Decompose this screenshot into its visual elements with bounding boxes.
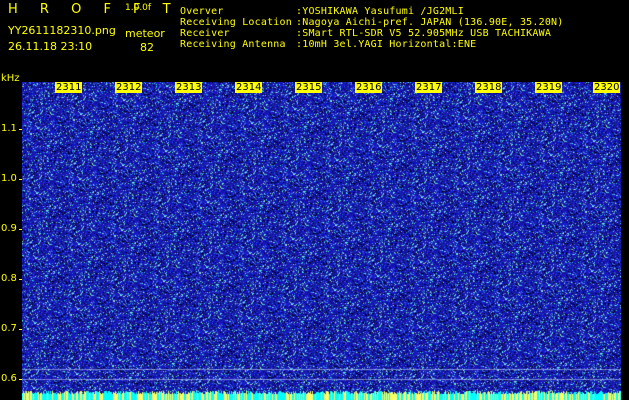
receiver-value: :SMart RTL-SDR V5 52.905MHz USB TACHIKAW… xyxy=(296,28,552,39)
meteor-label: meteor xyxy=(125,27,165,40)
y-tick-mark xyxy=(19,179,22,180)
x-tick-label: 2312 xyxy=(115,82,143,93)
y-tick-mark xyxy=(19,329,22,330)
y-tick-mark xyxy=(19,379,22,380)
app-logo: H R O F F T xyxy=(8,2,180,17)
y-axis-unit: kHz xyxy=(1,73,20,84)
x-tick-label: 2313 xyxy=(175,82,203,93)
x-tick-label: 2315 xyxy=(295,82,323,93)
location-value: :Nagoya Aichi-pref. JAPAN (136.90E, 35.2… xyxy=(296,17,564,28)
y-tick-label: 0.6 xyxy=(1,373,17,384)
x-tick-label: 2318 xyxy=(475,82,503,93)
receiver-label: Receiver xyxy=(180,28,230,39)
y-tick-label: 0.7 xyxy=(1,323,17,334)
timestamp: 26.11.18 23:10 xyxy=(8,40,93,53)
file-name: YY2611182310.png xyxy=(8,24,116,37)
x-tick-label: 2320 xyxy=(593,82,621,93)
meteor-count: 82 xyxy=(140,41,154,54)
y-tick-label: 0.9 xyxy=(1,223,17,234)
y-tick-label: 1.1 xyxy=(1,123,17,134)
observer-label: Overver xyxy=(180,6,224,17)
x-tick-label: 2311 xyxy=(55,82,83,93)
station-info-labels: Overver Receiving Location Receiver Rece… xyxy=(180,6,292,50)
y-tick-label: 1.0 xyxy=(1,173,17,184)
x-tick-label: 2316 xyxy=(355,82,383,93)
spectrogram xyxy=(22,82,621,400)
app-version: 1.0.0f xyxy=(125,3,152,13)
y-tick-label: 0.8 xyxy=(1,273,17,284)
observer-value: :YOSHIKAWA Yasufumi /JG2MLI xyxy=(296,6,464,17)
x-tick-label: 2317 xyxy=(415,82,443,93)
antenna-value: :10mH 3el.YAGI Horizontal:ENE xyxy=(296,39,477,50)
station-info-values: :YOSHIKAWA Yasufumi /JG2MLI :Nagoya Aich… xyxy=(296,6,563,50)
x-tick-label: 2314 xyxy=(235,82,263,93)
y-tick-mark xyxy=(19,129,22,130)
antenna-label: Receiving Antenna xyxy=(180,39,286,50)
x-tick-label: 2319 xyxy=(535,82,563,93)
y-tick-mark xyxy=(19,279,22,280)
location-label: Receiving Location xyxy=(180,17,292,28)
y-tick-mark xyxy=(19,229,22,230)
